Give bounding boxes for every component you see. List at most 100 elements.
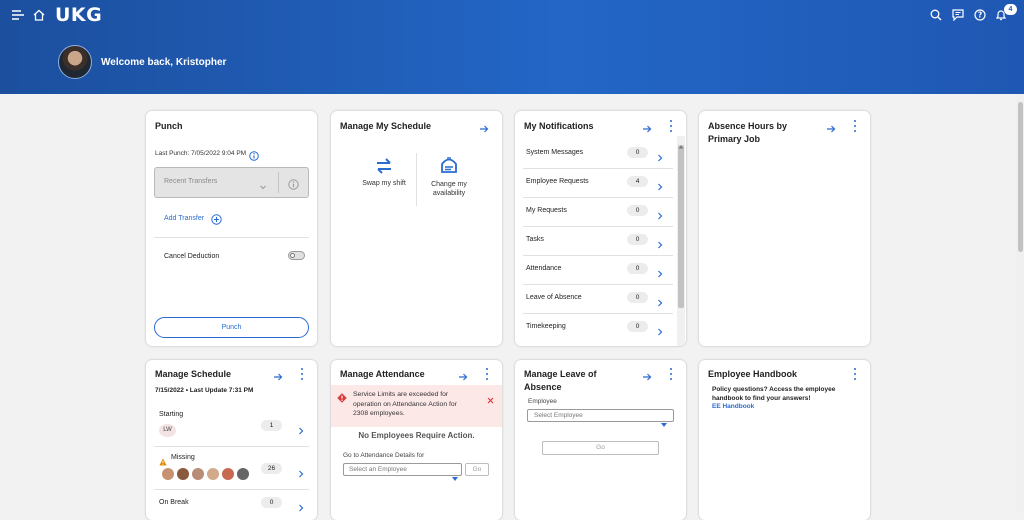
handbook-text: Policy questions? Access the employee ha… — [712, 386, 836, 402]
caret-down-icon — [452, 468, 458, 481]
employee-handbook-card: Employee Handbook Policy questions? Acce… — [699, 360, 870, 520]
notification-label: Employee Requests — [526, 178, 589, 185]
chevron-right-icon[interactable] — [657, 236, 663, 249]
close-icon[interactable] — [487, 391, 494, 404]
punch-button[interactable]: Punch — [154, 317, 309, 338]
avatar[interactable] — [206, 467, 220, 481]
page-scrollbar-thumb[interactable] — [1018, 102, 1023, 252]
warning-icon — [159, 453, 167, 466]
arrow-right-icon[interactable] — [642, 369, 652, 381]
notification-row[interactable]: Employee Requests 4 — [515, 169, 675, 198]
add-transfer-link[interactable]: Add Transfer — [164, 215, 204, 222]
avatar[interactable] — [236, 467, 250, 481]
schedule-date-subtitle: 7/15/2022 • Last Update 7:31 PM — [155, 387, 254, 394]
notification-row[interactable]: Leave of Absence 0 — [515, 285, 675, 314]
manage-schedule-card: Manage Schedule 7/15/2022 • Last Update … — [146, 360, 317, 520]
manage-attendance-card: Manage Attendance Service Limits are exc… — [331, 360, 502, 520]
chevron-right-icon[interactable] — [657, 265, 663, 278]
card-title: My Notifications — [524, 121, 594, 131]
missing-employees-avatars[interactable] — [161, 467, 251, 481]
chevron-right-icon[interactable] — [298, 499, 304, 512]
scroll-down-icon[interactable] — [678, 339, 684, 345]
avatar[interactable] — [161, 467, 175, 481]
help-icon[interactable]: ? — [973, 8, 987, 22]
notification-label: Tasks — [526, 236, 544, 243]
notification-label: System Messages — [526, 149, 584, 156]
hamburger-menu-icon[interactable] — [11, 8, 25, 22]
notification-count: 0 — [627, 205, 648, 216]
swap-shift-label[interactable]: Swap my shift — [351, 180, 417, 187]
manage-leave-card: Manage Leave of Absence Employee Select … — [515, 360, 686, 520]
change-availability-label[interactable]: Change my availability — [423, 180, 475, 198]
chevron-right-icon[interactable] — [657, 149, 663, 162]
info-icon[interactable] — [249, 148, 259, 161]
notification-count: 0 — [627, 321, 648, 332]
manage-my-schedule-card: Manage My Schedule Swap my shift Change … — [331, 111, 502, 346]
swap-shift-icon[interactable] — [374, 157, 394, 175]
home-icon[interactable] — [32, 8, 46, 22]
more-options-icon[interactable] — [484, 368, 490, 380]
error-icon — [337, 390, 347, 403]
attendance-go-button[interactable]: Go — [465, 463, 489, 476]
search-icon[interactable] — [929, 8, 943, 22]
card-title: Absence Hours by Primary Job — [708, 121, 788, 144]
notification-count: 0 — [627, 292, 648, 303]
my-notifications-card: My Notifications System Messages 0 Employe… — [515, 111, 686, 346]
divider — [416, 153, 417, 206]
missing-label: Missing — [171, 454, 195, 461]
more-options-icon[interactable] — [852, 120, 858, 132]
missing-count: 26 — [261, 463, 282, 474]
notification-row[interactable]: Timekeeping 0 — [515, 314, 675, 343]
chevron-right-icon[interactable] — [298, 422, 304, 435]
avatar[interactable] — [176, 467, 190, 481]
service-limit-alert: Service Limits are exceeded for operatio… — [331, 385, 502, 427]
notification-label: Timekeeping — [526, 323, 566, 330]
avatar[interactable] — [221, 467, 235, 481]
recent-transfers-select[interactable]: Recent Transfers — [154, 167, 309, 198]
notification-row[interactable]: My Requests 0 — [515, 198, 675, 227]
cancel-deduction-label: Cancel Deduction — [164, 253, 220, 260]
availability-calendar-icon[interactable] — [439, 156, 459, 176]
scroll-up-icon[interactable] — [678, 137, 684, 149]
arrow-right-icon[interactable] — [642, 121, 652, 133]
chevron-right-icon[interactable] — [657, 294, 663, 307]
handbook-link[interactable]: EE Handbook — [712, 403, 754, 410]
card-title: Manage Attendance — [340, 369, 425, 379]
avatar-initials[interactable]: LW — [159, 424, 176, 437]
punch-card: Punch Last Punch: 7/05/2022 9:04 PM Rece… — [146, 111, 317, 346]
recent-transfers-placeholder: Recent Transfers — [164, 178, 218, 185]
toggle-knob — [290, 253, 295, 258]
attendance-employee-select[interactable]: Select an Employee — [343, 463, 462, 481]
goto-attendance-label: Go to Attendance Details for — [343, 452, 425, 459]
arrow-right-icon[interactable] — [458, 369, 468, 381]
divider — [154, 237, 309, 238]
leave-go-button[interactable]: Go — [542, 441, 659, 455]
more-options-icon[interactable] — [852, 368, 858, 380]
chevron-right-icon[interactable] — [298, 465, 304, 478]
more-options-icon[interactable] — [668, 368, 674, 380]
starting-label: Starting — [159, 411, 184, 418]
chevron-right-icon[interactable] — [657, 178, 663, 191]
card-title: Manage Leave of Absence — [524, 369, 597, 392]
arrow-right-icon[interactable] — [273, 369, 283, 381]
add-circle-icon[interactable] — [211, 212, 222, 225]
chevron-right-icon[interactable] — [657, 207, 663, 220]
notification-row[interactable]: Tasks 0 — [515, 227, 675, 256]
select-divider — [278, 172, 279, 193]
user-avatar[interactable] — [58, 45, 92, 79]
arrow-right-icon[interactable] — [826, 121, 836, 133]
leave-employee-select[interactable]: Select Employee — [527, 409, 674, 427]
more-options-icon[interactable] — [299, 368, 305, 380]
notifications-count-badge: 4 — [1004, 4, 1017, 15]
arrow-right-icon[interactable] — [479, 121, 489, 133]
more-options-icon[interactable] — [668, 120, 674, 132]
on-break-count: 0 — [261, 497, 282, 508]
cancel-deduction-toggle[interactable] — [288, 251, 305, 260]
list-scrollbar-thumb[interactable] — [678, 145, 684, 308]
chevron-right-icon[interactable] — [657, 323, 663, 336]
employee-label: Employee — [528, 398, 557, 405]
avatar[interactable] — [191, 467, 205, 481]
notification-row[interactable]: System Messages 0 — [515, 140, 675, 169]
notification-row[interactable]: Attendance 0 — [515, 256, 675, 285]
chat-icon[interactable] — [951, 8, 965, 22]
